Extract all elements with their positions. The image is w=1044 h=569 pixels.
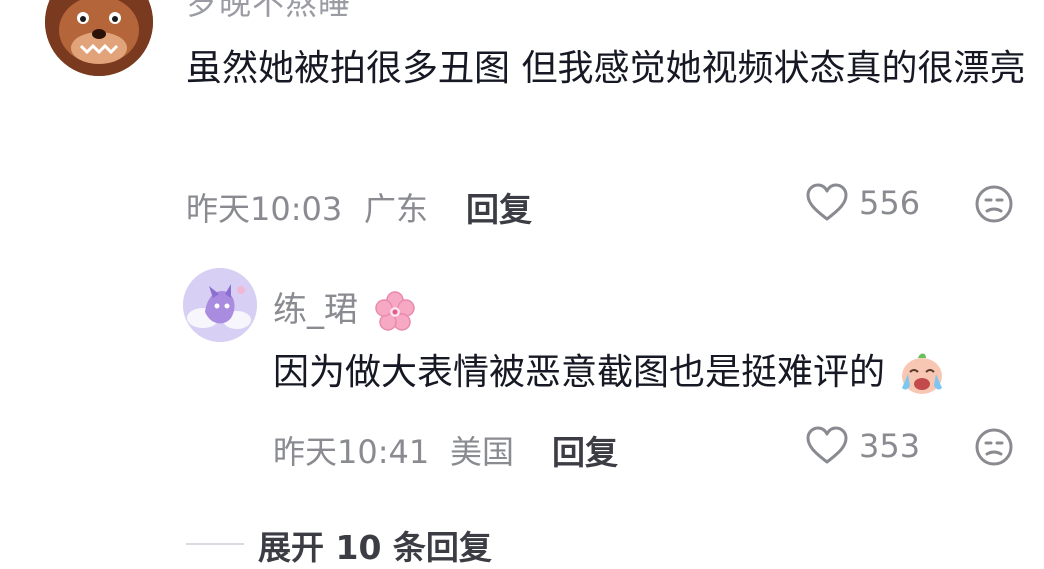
comment-username[interactable]: 岁晚不熬睡: [186, 0, 351, 24]
comment-time: 昨天10:03: [186, 190, 343, 228]
heart-icon: [806, 183, 848, 223]
comment-location: 广东: [364, 190, 429, 228]
reply-text-content: 因为做大表情被恶意截图也是挺难评的: [273, 352, 886, 393]
reply-reply-button[interactable]: 回复: [552, 426, 618, 474]
reply-like-count: 353: [859, 427, 921, 465]
comment-text: 虽然她被拍很多丑图 但我感觉她视频状态真的很漂亮: [186, 48, 1026, 89]
reply-button[interactable]: 回复: [466, 183, 532, 231]
crying-face-emoji-icon: [898, 352, 946, 396]
reply-like-button[interactable]: [806, 426, 848, 466]
cherry-blossom-icon: [373, 290, 417, 334]
sad-face-icon: [974, 427, 1014, 467]
reply-username-text: 练_珺: [273, 290, 358, 330]
sad-face-icon: [974, 184, 1014, 224]
heart-icon: [806, 426, 848, 466]
reply-location: 美国: [450, 433, 515, 471]
reply-username[interactable]: 练_珺: [273, 282, 417, 334]
divider: [186, 543, 244, 545]
like-button[interactable]: [806, 183, 848, 223]
like-count: 556: [859, 184, 921, 222]
reply-time: 昨天10:41: [273, 433, 430, 471]
dislike-button[interactable]: [974, 184, 1014, 224]
reply-text: 因为做大表情被恶意截图也是挺难评的: [273, 343, 946, 396]
reply-dislike-button[interactable]: [974, 427, 1014, 467]
avatar[interactable]: [45, 0, 153, 76]
expand-replies-button[interactable]: 展开 10 条回复: [258, 521, 492, 569]
reply-avatar[interactable]: [183, 268, 257, 342]
